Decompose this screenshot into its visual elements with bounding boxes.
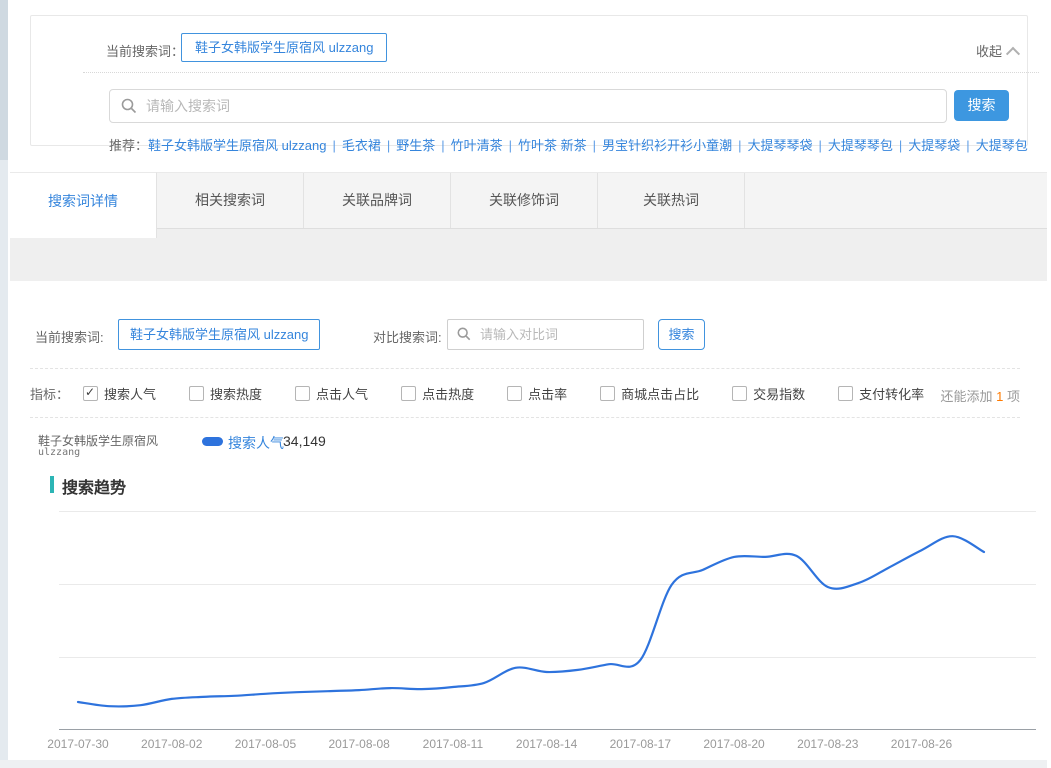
x-tick-label: 2017-08-26 [875, 737, 969, 751]
tab-bar: 搜索词详情相关搜索词关联品牌词关联修饰词关联热词 [10, 172, 1047, 229]
search-input[interactable] [144, 90, 938, 122]
compare-search-button[interactable]: 搜索 [658, 319, 705, 350]
recommend-link[interactable]: 大提琴琴袋 [747, 138, 812, 153]
metric-checkbox-搜索热度[interactable]: 搜索热度 [189, 384, 262, 403]
separator: | [818, 138, 821, 153]
metric-checkbox-交易指数[interactable]: 交易指数 [732, 384, 805, 403]
metrics-label: 指标： [30, 384, 69, 403]
tab-关联品牌词[interactable]: 关联品牌词 [304, 173, 451, 228]
metric-label: 商城点击占比 [621, 384, 699, 403]
search-button[interactable]: 搜索 [954, 90, 1009, 121]
recommend-label: 推荐： [109, 138, 148, 153]
search-term-card: 当前搜索词： 鞋子女韩版学生原宿风 ulzzang 收起 搜索 推荐：鞋子女韩版… [30, 15, 1028, 146]
series-line [78, 536, 984, 706]
section-band: 搜索趋势 [10, 229, 1047, 281]
trend-line-chart[interactable] [0, 478, 1047, 760]
metric-checkbox-点击率[interactable]: 点击率 [507, 384, 567, 403]
checkbox-icon[interactable] [507, 386, 522, 401]
metric-label: 点击率 [528, 384, 567, 403]
metric-label: 点击热度 [422, 384, 474, 403]
checkbox-icon[interactable] [401, 386, 416, 401]
metric-checkbox-搜索人气[interactable]: 搜索人气 [83, 384, 156, 403]
current-term-chip[interactable]: 鞋子女韩版学生原宿风 ulzzang [181, 33, 387, 62]
x-tick-label: 2017-08-11 [406, 737, 500, 751]
collapse-toggle[interactable]: 收起 [976, 41, 1018, 60]
tab-相关搜索词[interactable]: 相关搜索词 [157, 173, 304, 228]
x-tick-label: 2017-08-17 [593, 737, 687, 751]
scrollbar-thumb[interactable] [0, 0, 8, 160]
metric-label: 交易指数 [753, 384, 805, 403]
metric-label: 搜索人气 [104, 384, 156, 403]
separator: | [332, 138, 335, 153]
recommend-link[interactable]: 竹叶茶 新茶 [518, 138, 587, 153]
separator: | [738, 138, 741, 153]
metric-checkbox-点击人气[interactable]: 点击人气 [295, 384, 368, 403]
compare-current-label: 当前搜索词: [35, 327, 104, 346]
legend-term-line2: ulzzang [38, 447, 80, 458]
current-term-label: 当前搜索词： [106, 41, 184, 60]
tab-关联修饰词[interactable]: 关联修饰词 [451, 173, 598, 228]
recommend-row: 推荐：鞋子女韩版学生原宿风 ulzzang | 毛衣裙 | 野生茶 | 竹叶清茶 | 竹叶茶 新… [109, 135, 1028, 154]
legend-series-value: 34,149 [283, 433, 326, 449]
x-tick-label: 2017-08-02 [125, 737, 219, 751]
metric-label: 点击人气 [316, 384, 368, 403]
checkbox-icon[interactable] [189, 386, 204, 401]
compare-term-label: 对比搜索词: [373, 327, 442, 346]
tab-bar-filler [745, 173, 1047, 228]
compare-input[interactable] [478, 320, 642, 349]
add-metric-hint: 还能添加 1 项 [880, 386, 1020, 405]
compare-box [447, 319, 644, 350]
recommend-link[interactable]: 大提琴琴包 [828, 138, 893, 153]
tab-关联热词[interactable]: 关联热词 [598, 173, 745, 228]
x-tick-label: 2017-08-23 [781, 737, 875, 751]
recommend-link[interactable]: 大提琴包 [976, 138, 1028, 153]
x-tick-label: 2017-08-08 [312, 737, 406, 751]
recommend-links: 鞋子女韩版学生原宿风 ulzzang | 毛衣裙 | 野生茶 | 竹叶清茶 | 竹叶茶 新茶 | 男… [148, 138, 1028, 153]
page-bottom-edge [0, 760, 1047, 768]
separator: | [593, 138, 596, 153]
x-tick-label: 2017-08-20 [687, 737, 781, 751]
recommend-link[interactable]: 毛衣裙 [342, 138, 381, 153]
search-icon [121, 98, 137, 114]
legend-series-label[interactable]: 搜索人气 [228, 433, 284, 453]
separator: | [899, 138, 902, 153]
separator: | [441, 138, 444, 153]
search-box [109, 89, 947, 123]
separator: | [387, 138, 390, 153]
chevron-up-icon [1006, 47, 1020, 61]
recommend-link[interactable]: 大提琴袋 [908, 138, 960, 153]
metrics-row: 指标： 搜索人气搜索热度点击人气点击热度点击率商城点击占比交易指数支付转化率 [30, 384, 957, 403]
compare-current-term-chip[interactable]: 鞋子女韩版学生原宿风 ulzzang [118, 319, 320, 350]
collapse-label: 收起 [976, 44, 1002, 59]
checkbox-icon[interactable] [600, 386, 615, 401]
metric-checkbox-点击热度[interactable]: 点击热度 [401, 384, 474, 403]
separator: | [509, 138, 512, 153]
x-tick-label: 2017-08-05 [218, 737, 312, 751]
search-analytics-page: 当前搜索词： 鞋子女韩版学生原宿风 ulzzang 收起 搜索 推荐：鞋子女韩版… [0, 0, 1051, 768]
x-tick-label: 2017-07-30 [31, 737, 125, 751]
divider [30, 368, 1020, 369]
recommend-link[interactable]: 男宝针织衫开衫小童潮 [602, 138, 732, 153]
search-icon [457, 327, 471, 341]
metric-checkbox-商城点击占比[interactable]: 商城点击占比 [600, 384, 699, 403]
checkbox-icon[interactable] [83, 386, 98, 401]
metric-label: 搜索热度 [210, 384, 262, 403]
recommend-link[interactable]: 鞋子女韩版学生原宿风 ulzzang [148, 138, 326, 153]
recommend-link[interactable]: 竹叶清茶 [451, 138, 503, 153]
checkbox-icon[interactable] [732, 386, 747, 401]
tab-搜索词详情[interactable]: 搜索词详情 [10, 172, 157, 238]
legend-series-marker [202, 437, 223, 446]
divider [83, 72, 1039, 73]
separator: | [966, 138, 969, 153]
checkbox-icon[interactable] [838, 386, 853, 401]
x-tick-label: 2017-08-14 [500, 737, 594, 751]
recommend-link[interactable]: 野生茶 [396, 138, 435, 153]
divider [30, 417, 1020, 418]
checkbox-icon[interactable] [295, 386, 310, 401]
